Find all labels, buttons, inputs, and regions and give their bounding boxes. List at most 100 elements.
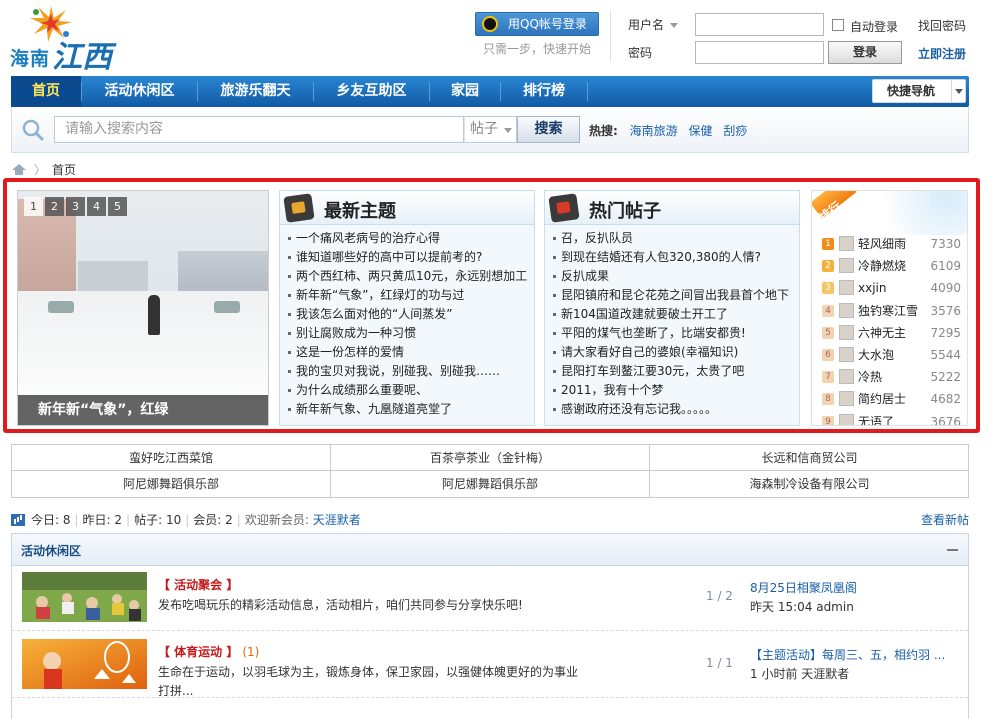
list-item[interactable]: 新年新“气象”，红绿灯的功与过 xyxy=(286,286,534,305)
rank-username[interactable]: 简约居士 xyxy=(858,388,906,410)
ranking-row[interactable]: 2 冷静燃烧 6109 xyxy=(812,255,967,277)
list-item[interactable]: 感谢政府还没有忘记我。。。。。 xyxy=(551,400,799,419)
hot-search-term[interactable]: 保健 xyxy=(688,124,712,138)
ranking-row[interactable]: 7 冷热 5222 xyxy=(812,366,967,388)
qq-login-button[interactable]: 用QQ帐号登录 xyxy=(475,12,599,36)
list-item[interactable]: 到现在结婚还有人包320,380的人情? xyxy=(551,248,799,267)
view-new-posts-link[interactable]: 查看新帖 xyxy=(921,511,969,528)
friend-link[interactable]: 百茶亭茶业（金针梅） xyxy=(331,445,650,471)
ranking-row[interactable]: 1 轻风细雨 7330 xyxy=(812,233,967,255)
breadcrumb-current[interactable]: 首页 xyxy=(52,163,76,177)
ranking-row[interactable]: 6 大水泡 5544 xyxy=(812,344,967,366)
username-input[interactable] xyxy=(695,13,824,36)
list-item[interactable]: 谁知道哪些好的高中可以提前考的? xyxy=(286,248,534,267)
rank-username[interactable]: 冷静燃烧 xyxy=(858,255,906,277)
slideshow[interactable]: 12345 新年新“气象”，红绿 xyxy=(17,190,269,426)
new-member-link[interactable]: 天涯默者 xyxy=(313,513,361,527)
avatar[interactable] xyxy=(839,413,854,425)
search-input[interactable]: 请输入搜索内容 xyxy=(54,116,464,143)
list-item[interactable]: 这是一份怎样的爱情 xyxy=(286,343,534,362)
friend-link[interactable]: 阿尼娜舞蹈俱乐部 xyxy=(12,471,331,497)
hot-search-term[interactable]: 海南旅游 xyxy=(630,124,678,138)
auto-login-checkbox[interactable] xyxy=(832,19,844,31)
login-button[interactable]: 登录 xyxy=(828,41,902,64)
last-post-title[interactable]: 【主题活动】每周三、五，相约羽 ... xyxy=(750,646,965,665)
home-icon[interactable] xyxy=(12,164,26,175)
list-item[interactable]: 为什么成绩那么重要呢、 xyxy=(286,381,534,400)
friend-link[interactable]: 长远和信商贸公司 xyxy=(650,445,969,471)
list-item[interactable]: 我的宝贝对我说，别碰我、别碰我…… xyxy=(286,362,534,381)
nav-item-home[interactable]: 首页 xyxy=(11,76,81,107)
forum-category-title[interactable]: 活动休闲区 xyxy=(21,542,81,559)
forum-name[interactable]: 【 体育运动 】 (1) xyxy=(158,643,259,660)
list-item[interactable]: 新104国道改建就要破土开工了 xyxy=(551,305,799,324)
slide-page-3[interactable]: 3 xyxy=(66,197,85,216)
username-label[interactable]: 用户名 xyxy=(628,16,679,33)
list-item[interactable]: 我该怎么面对他的“人间蒸发” xyxy=(286,305,534,324)
auto-login-label[interactable]: 自动登录 xyxy=(850,18,898,35)
search-button[interactable]: 搜索 xyxy=(517,116,580,143)
list-item[interactable]: 请大家看好自己的婆娘(幸福知识) xyxy=(551,343,799,362)
qq-penguin-icon xyxy=(482,16,498,32)
hot-search-term[interactable]: 刮痧 xyxy=(723,124,747,138)
list-item[interactable]: 一个痛风老病号的治疗心得 xyxy=(286,229,534,248)
nav-item-activities[interactable]: 活动休闲区 xyxy=(82,76,197,107)
friend-link[interactable]: 海森制冷设备有限公司 xyxy=(650,471,969,497)
nav-item-mutual-help[interactable]: 乡友互助区 xyxy=(314,76,429,107)
avatar[interactable] xyxy=(839,346,854,362)
forum-name[interactable]: 【 活动聚会 】 xyxy=(158,576,242,593)
avatar[interactable] xyxy=(839,391,854,407)
slide-caption[interactable]: 新年新“气象”，红绿 xyxy=(18,395,268,425)
ranking-row[interactable]: 5 六神无主 7295 xyxy=(812,322,967,344)
nav-item-ranking[interactable]: 排行榜 xyxy=(501,76,587,107)
friend-link[interactable]: 阿尼娜舞蹈俱乐部 xyxy=(331,471,650,497)
search-type-select[interactable]: 帖子 xyxy=(464,116,517,143)
ranking-row[interactable]: 3 xxjin 4090 xyxy=(812,277,967,299)
slide-page-1[interactable]: 1 xyxy=(24,197,43,216)
rank-username[interactable]: 轻风细雨 xyxy=(858,233,906,255)
list-item[interactable]: 2011，我有十个梦 xyxy=(551,381,799,400)
stat-separator: | xyxy=(74,513,79,527)
slide-page-5[interactable]: 5 xyxy=(108,197,127,216)
list-item[interactable]: 昆阳打车到鳌江要30元，太贵了吧 xyxy=(551,362,799,381)
friend-link[interactable]: 蛮好吃江西菜馆 xyxy=(12,445,331,471)
collapse-icon[interactable] xyxy=(947,549,958,551)
list-item[interactable]: 昆阳镇府和昆仑花苑之间冒出我县首个地下 xyxy=(551,286,799,305)
forum-thumbnail[interactable] xyxy=(22,639,147,689)
ranking-row[interactable]: 8 简约居士 4682 xyxy=(812,388,967,410)
ranking-row[interactable]: 4 独钓寒江雪 3576 xyxy=(812,300,967,322)
nav-item-home-space[interactable]: 家园 xyxy=(430,76,500,107)
slide-photo-building xyxy=(178,251,268,293)
nav-item-travel[interactable]: 旅游乐翻天 xyxy=(198,76,313,107)
rank-username[interactable]: 无语了 xyxy=(858,411,894,426)
ranking-row[interactable]: 9 无语了 3676 xyxy=(812,411,967,426)
list-item[interactable]: 平阳的煤气也垄断了，比端安都贵! xyxy=(551,324,799,343)
rank-username[interactable]: xxjin xyxy=(858,277,886,299)
password-input[interactable] xyxy=(695,41,824,64)
avatar[interactable] xyxy=(839,236,854,251)
site-logo[interactable]: 海南 江西人 xyxy=(10,4,140,119)
rank-username[interactable]: 六神无主 xyxy=(858,322,906,344)
list-item[interactable]: 新年新气象、九凰隧道亮堂了 xyxy=(286,400,534,419)
avatar[interactable] xyxy=(839,258,854,274)
rank-username[interactable]: 独钓寒江雪 xyxy=(858,300,918,322)
avatar[interactable] xyxy=(839,369,854,385)
register-link[interactable]: 立即注册 xyxy=(918,45,966,62)
quick-nav-dropdown[interactable]: 快捷导航 xyxy=(872,79,966,103)
forum-thumbnail[interactable] xyxy=(22,572,147,622)
forgot-password-link[interactable]: 找回密码 xyxy=(918,17,966,34)
slide-page-4[interactable]: 4 xyxy=(87,197,106,216)
rank-username[interactable]: 大水泡 xyxy=(858,344,894,366)
rank-score: 3576 xyxy=(930,303,961,318)
avatar[interactable] xyxy=(839,280,854,296)
list-item[interactable]: 别让腐败成为一种习惯 xyxy=(286,324,534,343)
last-post-title[interactable]: 8月25日相聚凤凰阁 xyxy=(750,579,965,598)
slide-page-2[interactable]: 2 xyxy=(45,197,64,216)
last-post-meta: 1 小时前 天涯默者 xyxy=(750,667,850,681)
avatar[interactable] xyxy=(839,302,854,318)
avatar[interactable] xyxy=(839,324,854,340)
list-item[interactable]: 反扒成果 xyxy=(551,267,799,286)
list-item[interactable]: 召，反扒队员 xyxy=(551,229,799,248)
list-item[interactable]: 两个西红柿、两只黄瓜10元，永远别想加工 xyxy=(286,267,534,286)
rank-username[interactable]: 冷热 xyxy=(858,366,882,388)
